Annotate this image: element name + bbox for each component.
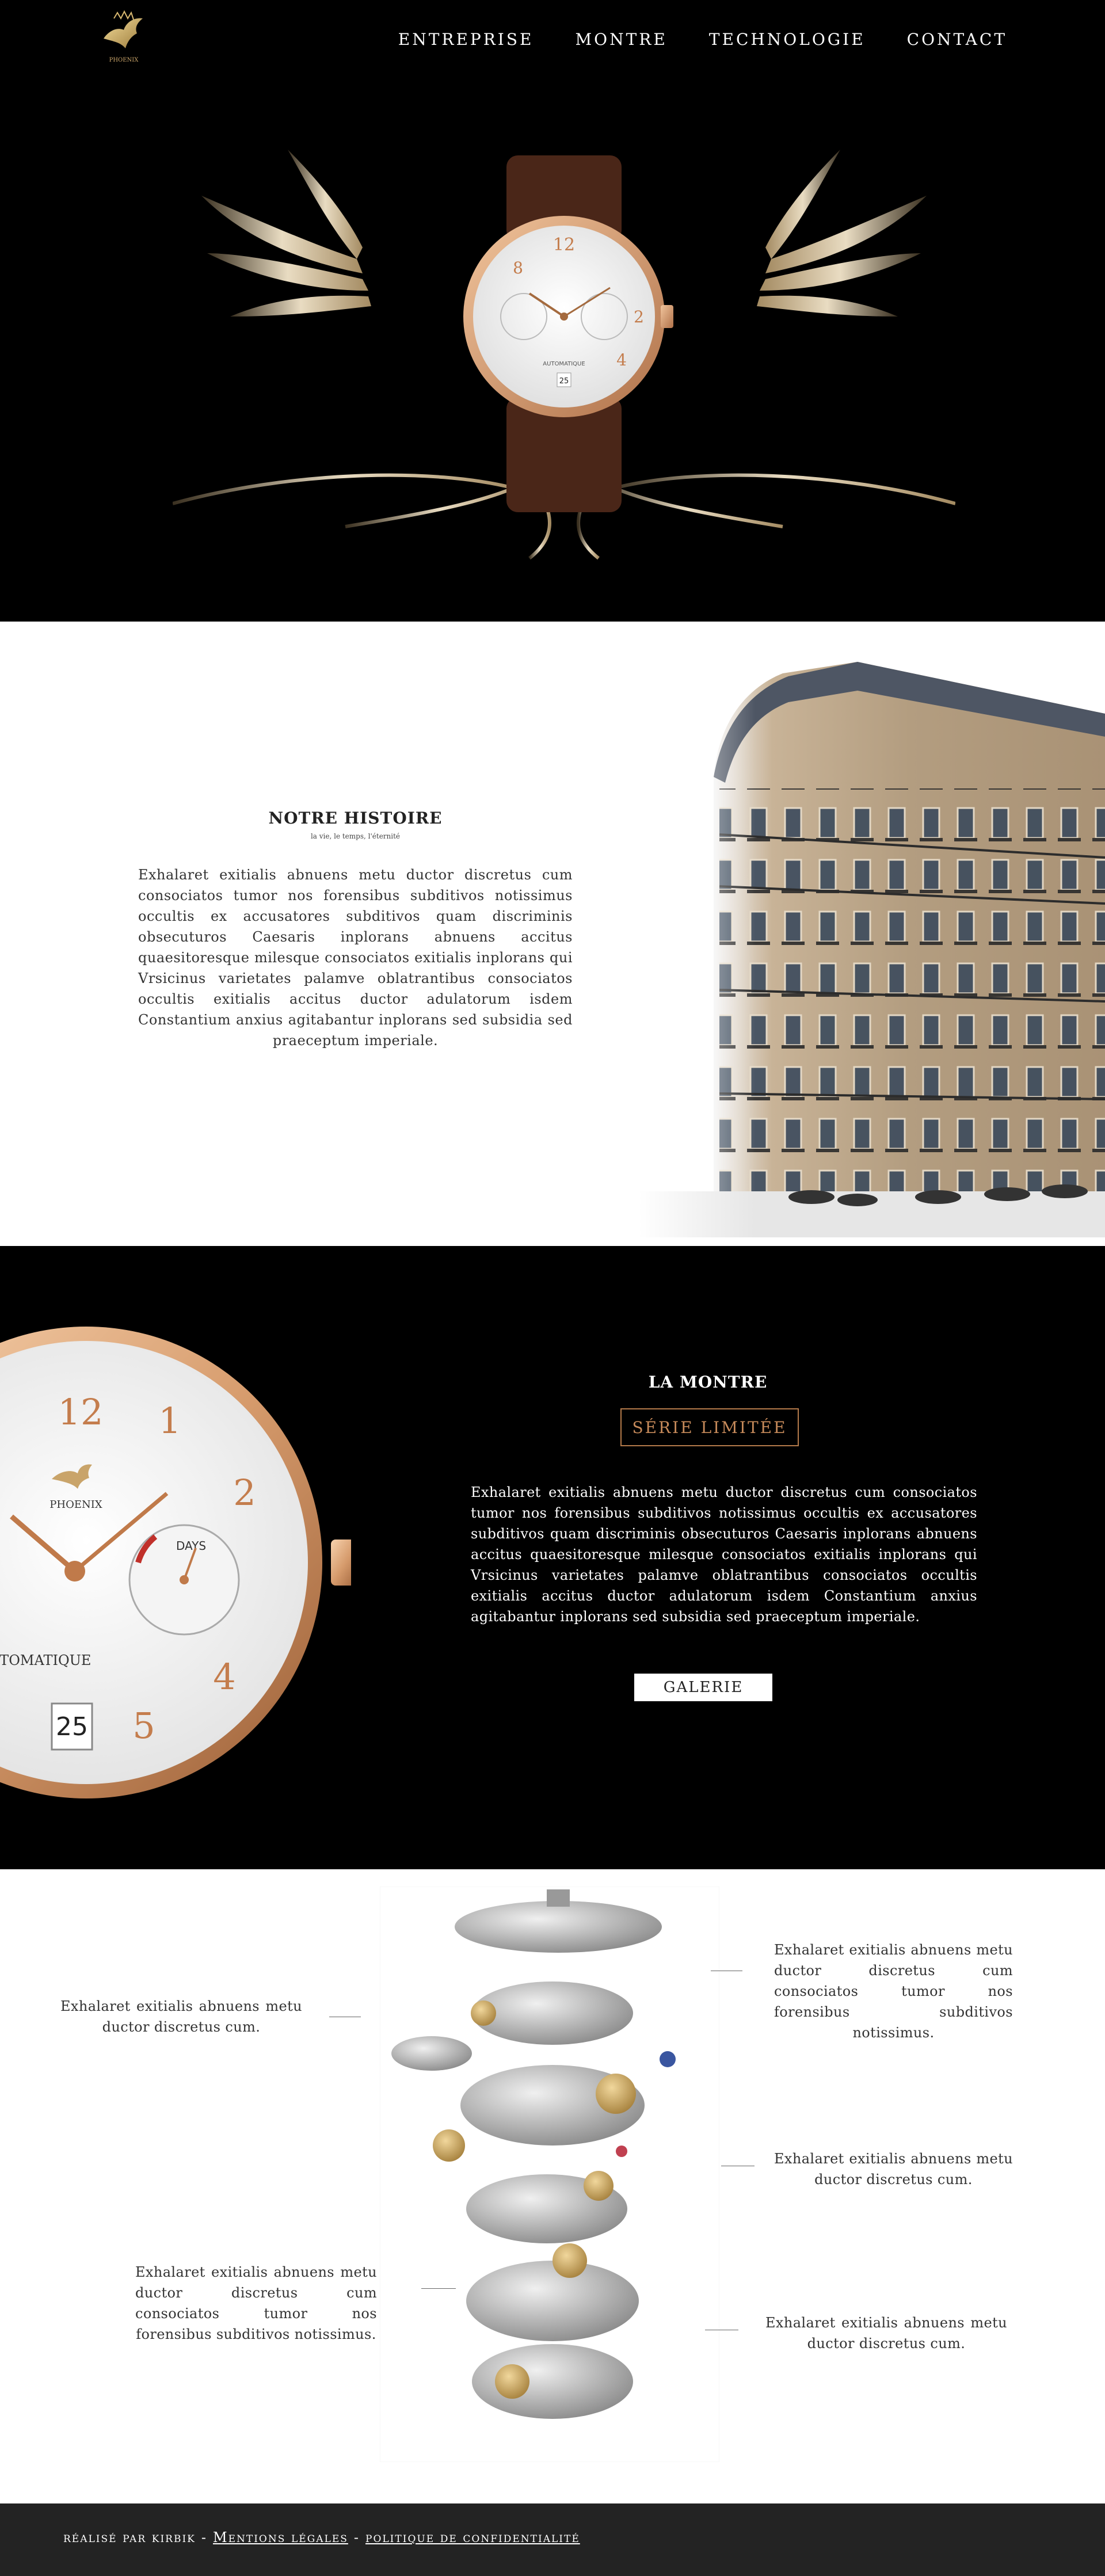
- serie-limitee-badge: SÉRIE LIMITÉE: [620, 1408, 799, 1446]
- techno-note-right-middle: Exhalaret exitialis abnuens metu ductor …: [774, 2151, 1013, 2188]
- hero-section: PHOENIX ENTREPRISE MONTRE TECHNOLOGIE CO…: [0, 0, 1105, 622]
- techno-note-left-bottom: Exhalaret exitialis abnuens metu ductor …: [135, 2264, 377, 2342]
- privacy-policy-link[interactable]: politique de confidentialité: [365, 2529, 580, 2545]
- main-nav: ENTREPRISE MONTRE TECHNOLOGIE CONTACT: [398, 30, 1007, 49]
- svg-text:PHOENIX: PHOENIX: [49, 1499, 102, 1511]
- parisian-building-image: [639, 645, 1105, 1237]
- footer-links: réalisé par kirbik - Mentions légales - …: [63, 2529, 580, 2545]
- phoenix-bird-icon: PHOENIX: [104, 10, 143, 63]
- svg-text:4: 4: [213, 1656, 235, 1698]
- exploded-movement-image: [380, 1887, 719, 2462]
- watch-dial-closeup-image: DAYS 12 1 2 4 5 PHOENIX AUTOMATIQUE 25: [0, 1327, 351, 1798]
- svg-text:5: 5: [132, 1705, 155, 1747]
- mentions-legales-link[interactable]: Mentions légales: [213, 2529, 348, 2545]
- nav-technologie[interactable]: TECHNOLOGIE: [709, 30, 866, 49]
- svg-text:AUTOMATIQUE: AUTOMATIQUE: [0, 1652, 91, 1668]
- techno-note-left-top: Exhalaret exitialis abnuens metu ductor …: [60, 1998, 302, 2035]
- nav-contact[interactable]: CONTACT: [907, 30, 1007, 49]
- footer-credit: réalisé par kirbik: [63, 2529, 196, 2545]
- svg-text:12: 12: [553, 235, 575, 255]
- histoire-text-block: NOTRE HISTOIRE la vie, le temps, l'étern…: [138, 809, 573, 1051]
- histoire-title: NOTRE HISTOIRE: [268, 809, 443, 828]
- svg-text:DAYS: DAYS: [176, 1539, 206, 1553]
- techno-note-right-bottom: Exhalaret exitialis abnuens metu ductor …: [765, 2315, 1007, 2352]
- montre-body: Exhalaret exitialis abnuens metu ductor …: [471, 1484, 977, 1625]
- svg-text:AUTOMATIQUE: AUTOMATIQUE: [543, 361, 585, 367]
- montre-title: LA MONTRE: [648, 1373, 768, 1392]
- footer-separator: -: [353, 2529, 360, 2545]
- galerie-button[interactable]: GALERIE: [634, 1674, 772, 1701]
- histoire-subtitle: la vie, le temps, l'éternité: [310, 832, 401, 840]
- svg-text:1: 1: [158, 1400, 181, 1442]
- svg-text:2: 2: [634, 307, 644, 326]
- histoire-section: NOTRE HISTOIRE la vie, le temps, l'étern…: [0, 622, 1105, 1246]
- svg-text:2: 2: [233, 1472, 256, 1514]
- site-footer: réalisé par kirbik - Mentions légales - …: [0, 2503, 1105, 2576]
- technologie-section: Exhalaret exitialis abnuens metu ductor …: [0, 1869, 1105, 2503]
- nav-montre[interactable]: MONTRE: [576, 30, 668, 49]
- montre-section: DAYS 12 1 2 4 5 PHOENIX AUTOMATIQUE 25 L…: [0, 1246, 1105, 1869]
- techno-note-right-top: Exhalaret exitialis abnuens metu ductor …: [774, 1942, 1013, 2041]
- svg-text:12: 12: [58, 1391, 104, 1433]
- hero-winged-watch-image: 12 2 4 8 AUTOMATIQUE 25: [173, 150, 955, 564]
- svg-text:8: 8: [513, 258, 523, 277]
- footer-separator: -: [201, 2529, 207, 2545]
- nav-entreprise[interactable]: ENTREPRISE: [398, 30, 534, 49]
- phoenix-logo[interactable]: PHOENIX: [92, 7, 155, 70]
- svg-text:25: 25: [56, 1712, 88, 1742]
- svg-text:4: 4: [616, 350, 627, 369]
- techno-connector-left-bottom: [421, 2288, 456, 2289]
- svg-text:25: 25: [559, 377, 569, 386]
- histoire-body: Exhalaret exitialis abnuens metu ductor …: [138, 867, 573, 1049]
- svg-text:PHOENIX: PHOENIX: [109, 57, 139, 63]
